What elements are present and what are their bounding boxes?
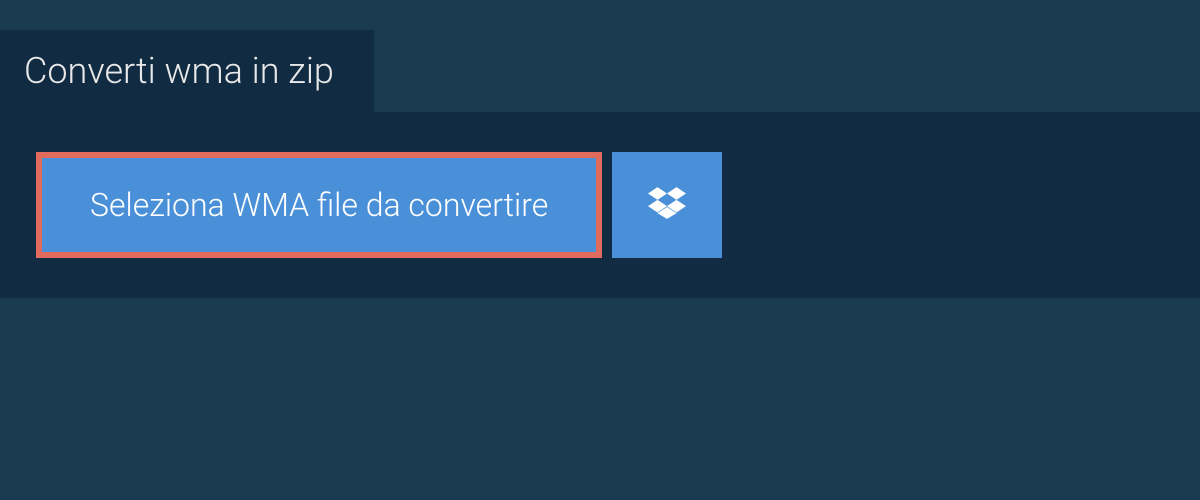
tab-title: Converti wma in zip	[24, 50, 334, 92]
button-row: Seleziona WMA file da convertire	[36, 152, 1164, 258]
dropbox-icon	[648, 184, 686, 226]
select-file-button[interactable]: Seleziona WMA file da convertire	[36, 152, 602, 258]
conversion-tab[interactable]: Converti wma in zip	[0, 30, 374, 112]
select-file-label: Seleziona WMA file da convertire	[90, 186, 548, 224]
tab-container: Converti wma in zip	[0, 0, 1200, 112]
conversion-panel: Seleziona WMA file da convertire	[0, 112, 1200, 298]
dropbox-button[interactable]	[612, 152, 722, 258]
